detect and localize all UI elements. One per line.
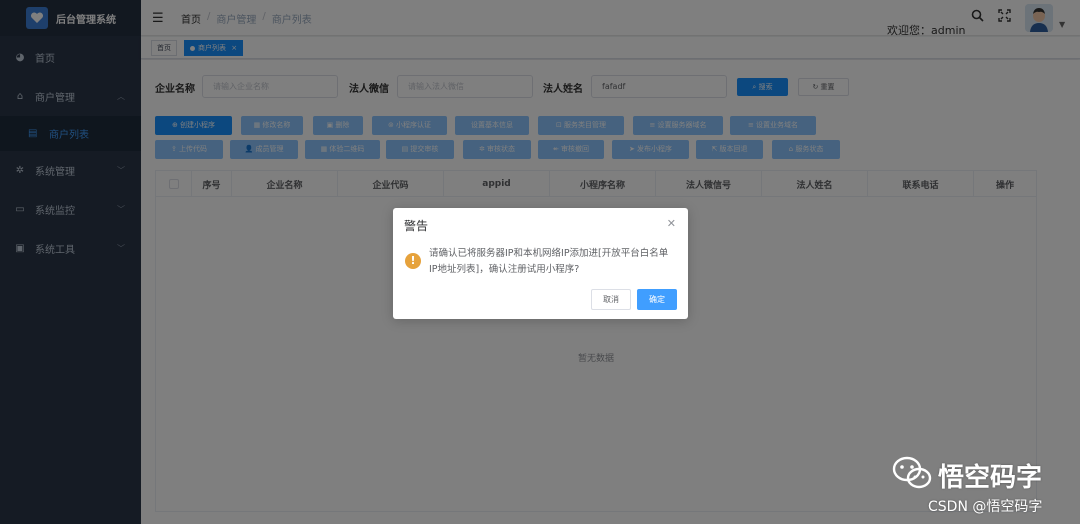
cancel-button[interactable]: 取消 [591,289,631,310]
dialog-message: 请确认已将服务器IP和本机网络IP添加进[开放平台白名单IP地址列表]，确认注册… [429,248,669,275]
watermark-title: 悟空码字 [938,463,1043,493]
close-icon[interactable]: ✕ [667,217,676,230]
warning-dialog: 警告 ✕ ! 请确认已将服务器IP和本机网络IP添加进[开放平台白名单IP地址列… [393,208,688,319]
watermark-source: CSDN @悟空码字 [928,499,1043,515]
wechat-logo-icon [892,456,932,489]
warning-icon: ! [405,253,421,269]
confirm-button[interactable]: 确定 [637,289,677,310]
dialog-title: 警告 [404,219,429,233]
